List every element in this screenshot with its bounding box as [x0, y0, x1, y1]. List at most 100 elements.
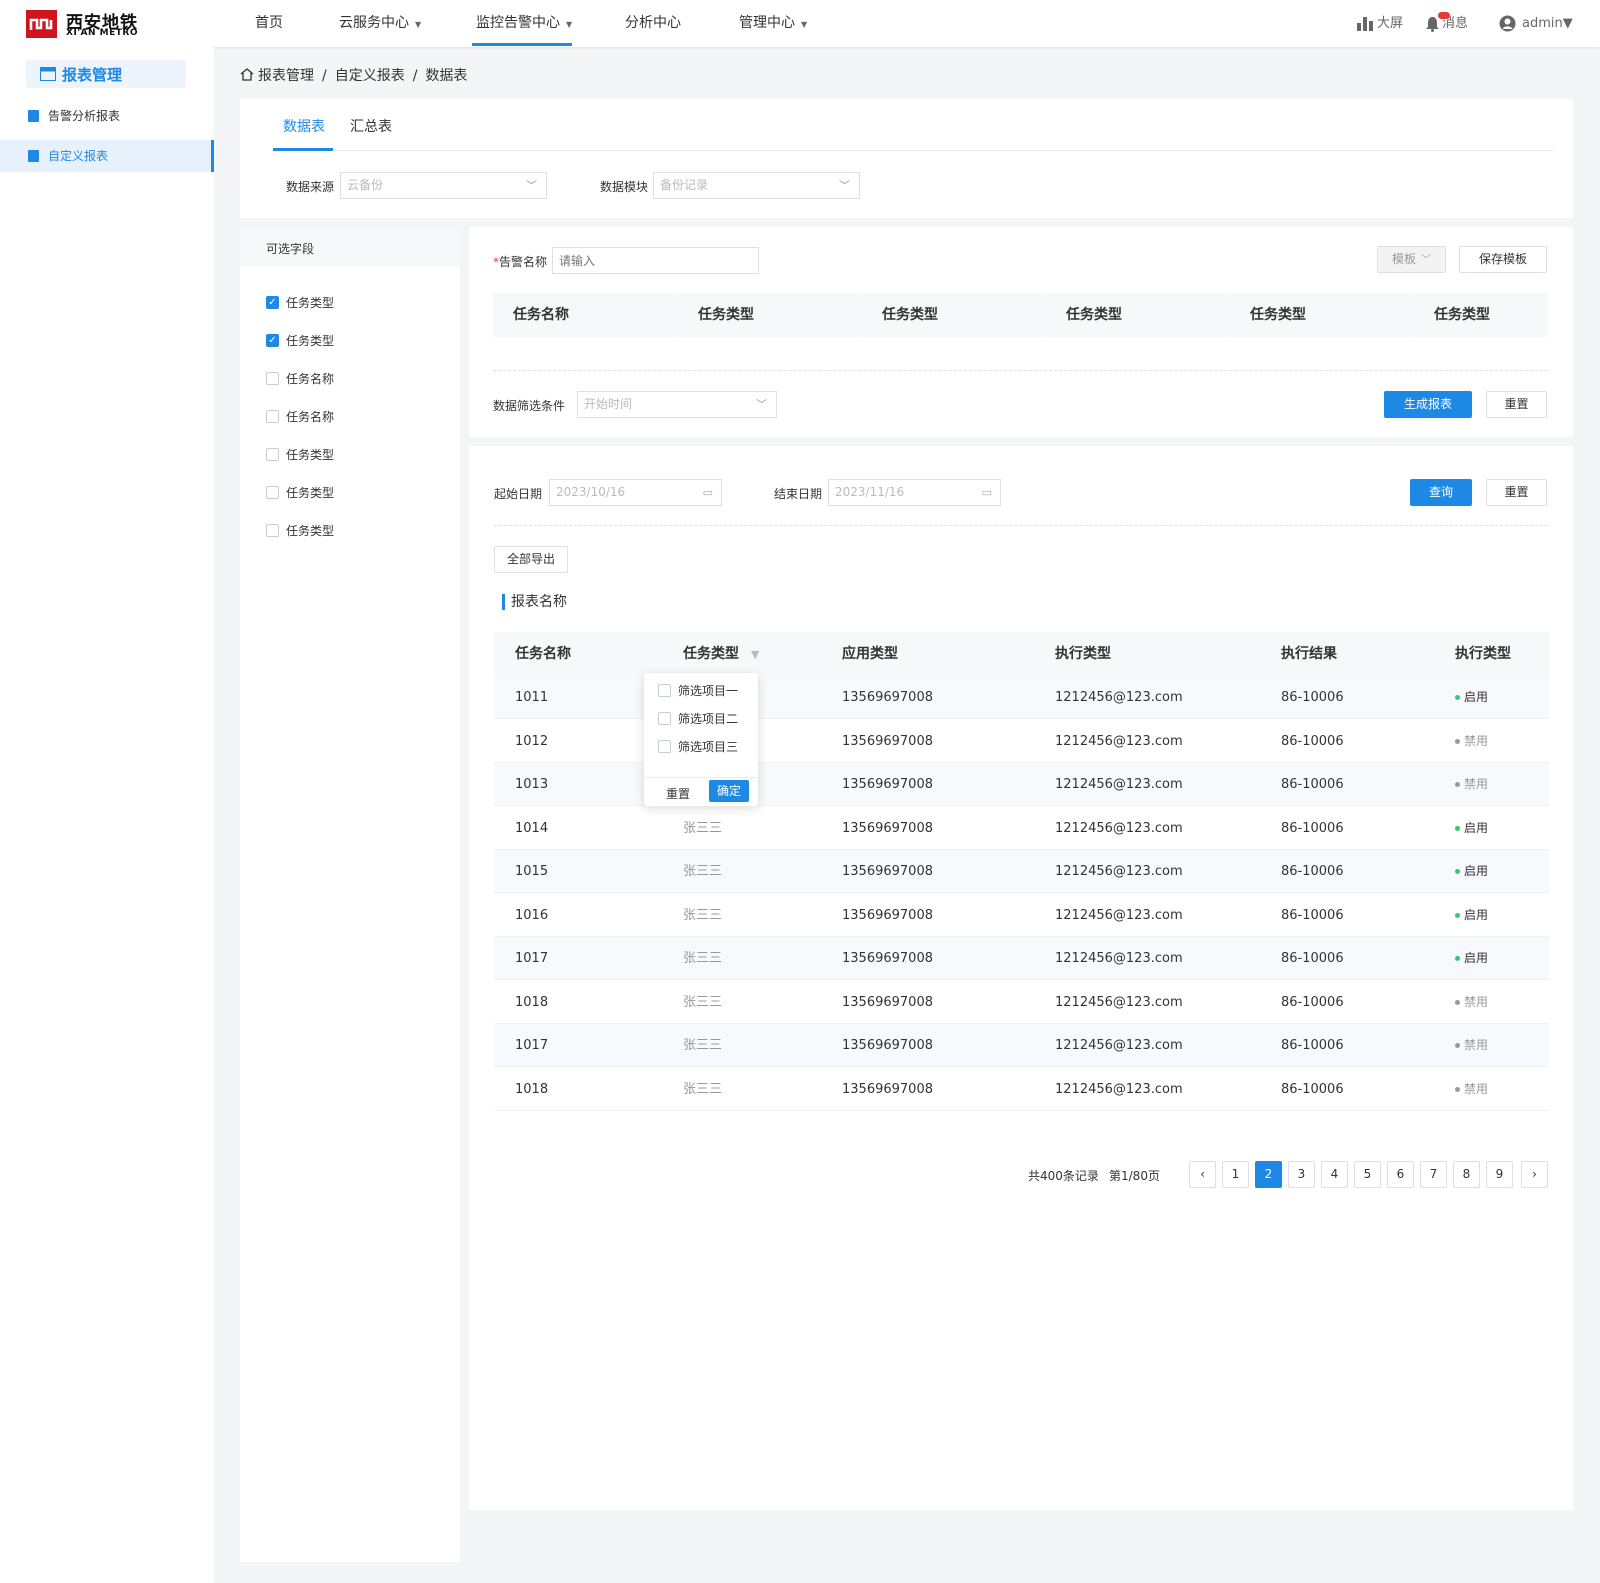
- field-label: 任务类型: [286, 296, 335, 310]
- button-label: 模板: [1391, 252, 1416, 266]
- table-cell: 张三三: [683, 951, 723, 966]
- field-checkbox[interactable]: ✓: [266, 334, 279, 347]
- pagination-page-button[interactable]: 3: [1288, 1161, 1315, 1188]
- status-text: 禁用: [1464, 777, 1489, 791]
- builder-column-cell[interactable]: 任务类型: [1045, 293, 1229, 337]
- chevron-down-icon: ﹀: [526, 179, 537, 192]
- tab-summary-table[interactable]: 汇总表: [350, 116, 392, 136]
- table-row[interactable]: [494, 850, 1549, 893]
- divider: [493, 370, 1548, 371]
- table-row[interactable]: [494, 894, 1549, 937]
- report-table-header: [494, 632, 1549, 676]
- generate-report-button[interactable]: 生成报表: [1384, 391, 1472, 418]
- pagination-page-button[interactable]: 4: [1321, 1161, 1348, 1188]
- alarm-name-input[interactable]: [552, 247, 759, 274]
- pagination-next-button[interactable]: ›: [1521, 1161, 1548, 1188]
- messages-button[interactable]: 消息: [1425, 0, 1468, 47]
- end-date-picker[interactable]: 2023/11/16 ▭: [828, 479, 1001, 506]
- big-screen-button[interactable]: 大屏: [1357, 0, 1403, 47]
- pagination-page-button[interactable]: 8: [1453, 1161, 1480, 1188]
- select-value: 开始时间: [584, 397, 633, 411]
- report-title: 报表名称: [502, 594, 567, 610]
- end-date-label: 结束日期: [774, 487, 823, 501]
- save-template-button[interactable]: 保存模板: [1459, 246, 1547, 273]
- bar-chart-icon: [1357, 16, 1373, 31]
- table-cell: 1212456@123.com: [1055, 1081, 1183, 1097]
- status-text: 启用: [1464, 907, 1489, 922]
- divider: [494, 525, 1548, 526]
- table-cell: 张三三: [683, 907, 723, 923]
- field-panel-header: 可选字段: [240, 227, 460, 266]
- filter-option-checkbox[interactable]: [658, 740, 671, 753]
- condition-select[interactable]: 开始时间 ﹀: [577, 391, 777, 418]
- nav-monitor-alarm[interactable]: 监控告警中心 ▼: [476, 0, 572, 47]
- nav-analysis[interactable]: 分析中心: [625, 0, 681, 47]
- query-button[interactable]: 查询: [1410, 479, 1472, 506]
- filter-option-checkbox[interactable]: [658, 712, 671, 725]
- start-date-label: 起始日期: [494, 487, 543, 501]
- table-row[interactable]: [494, 981, 1549, 1024]
- pagination-page-button[interactable]: 1: [1222, 1161, 1249, 1188]
- table-row[interactable]: [494, 937, 1549, 980]
- field-checkbox[interactable]: ✓: [266, 296, 279, 309]
- pagination-page-button[interactable]: 6: [1387, 1161, 1414, 1188]
- filter-option-checkbox[interactable]: [658, 684, 671, 697]
- status-text: 禁用: [1464, 1038, 1489, 1052]
- sidebar-item-label: 自定义报表: [48, 149, 109, 163]
- sidebar-item-alarm-report[interactable]: 告警分析报表: [0, 100, 214, 132]
- field-checkbox[interactable]: [266, 448, 279, 461]
- template-dropdown[interactable]: 模板 ﹀: [1377, 246, 1446, 273]
- nav-home[interactable]: 首页: [255, 0, 283, 47]
- filter-confirm-button[interactable]: 确定: [709, 780, 749, 802]
- builder-column-cell[interactable]: 任务类型: [1229, 293, 1413, 337]
- nav-active-indicator: [472, 43, 572, 46]
- status-dot-icon: [1455, 912, 1460, 918]
- date-value: 2023/10/16: [556, 485, 626, 499]
- table-cell: 1212456@123.com: [1055, 994, 1183, 1010]
- start-date-picker[interactable]: 2023/10/16 ▭: [549, 479, 722, 506]
- builder-column-cell[interactable]: 任务名称: [493, 293, 677, 337]
- breadcrumb-item[interactable]: 自定义报表: [335, 68, 405, 84]
- sidebar-item-custom-report[interactable]: 自定义报表: [0, 140, 214, 172]
- user-menu[interactable]: admin▼: [1499, 0, 1573, 47]
- table-cell: 13569697008: [842, 994, 933, 1010]
- tab-data-table[interactable]: 数据表: [283, 116, 325, 136]
- nav-cloud-service[interactable]: 云服务中心 ▼: [339, 0, 421, 47]
- status-badge: 禁用: [1455, 763, 1488, 806]
- status-text: 启用: [1464, 864, 1489, 878]
- status-badge: 启用: [1455, 807, 1488, 850]
- brand-logo[interactable]: 西安地铁 XI'AN METRO: [26, 8, 176, 40]
- builder-column-cell[interactable]: 任务类型: [861, 293, 1045, 337]
- column-title: 任务类型: [683, 646, 739, 662]
- sidebar: [0, 47, 214, 1583]
- builder-column-cell[interactable]: 任务类型: [677, 293, 861, 337]
- export-all-button[interactable]: 全部导出: [494, 546, 568, 573]
- table-row[interactable]: [494, 1024, 1549, 1067]
- calendar-icon: [40, 67, 56, 81]
- pagination-page-button[interactable]: 7: [1420, 1161, 1447, 1188]
- query-reset-button[interactable]: 重置: [1486, 479, 1547, 506]
- source-select[interactable]: 云备份 ﹀: [340, 172, 547, 199]
- table-cell: 1017: [515, 951, 549, 966]
- builder-column-cell[interactable]: 任务类型: [1413, 293, 1548, 337]
- field-checkbox[interactable]: [266, 524, 279, 537]
- pagination-prev-button[interactable]: ‹: [1189, 1161, 1216, 1188]
- field-checkbox[interactable]: [266, 410, 279, 423]
- pagination-page-button[interactable]: 9: [1486, 1161, 1513, 1188]
- filter-reset-button[interactable]: 重置: [666, 783, 690, 805]
- table-row[interactable]: [494, 1068, 1549, 1111]
- status-text: 禁用: [1464, 733, 1489, 748]
- table-cell: 1016: [515, 907, 549, 923]
- breadcrumb-item[interactable]: 报表管理: [258, 68, 314, 84]
- caret-down-icon: ▼: [1562, 16, 1573, 31]
- table-row[interactable]: [494, 807, 1549, 850]
- module-select[interactable]: 备份记录 ﹀: [653, 172, 860, 199]
- filter-icon[interactable]: ▼: [751, 648, 759, 661]
- pagination-page-button[interactable]: 5: [1354, 1161, 1381, 1188]
- pagination-page-button[interactable]: 2: [1255, 1161, 1282, 1188]
- table-cell: 1212456@123.com: [1055, 820, 1183, 836]
- builder-reset-button[interactable]: 重置: [1486, 391, 1547, 418]
- field-checkbox[interactable]: [266, 372, 279, 385]
- nav-management[interactable]: 管理中心 ▼: [739, 0, 807, 47]
- field-checkbox[interactable]: [266, 486, 279, 499]
